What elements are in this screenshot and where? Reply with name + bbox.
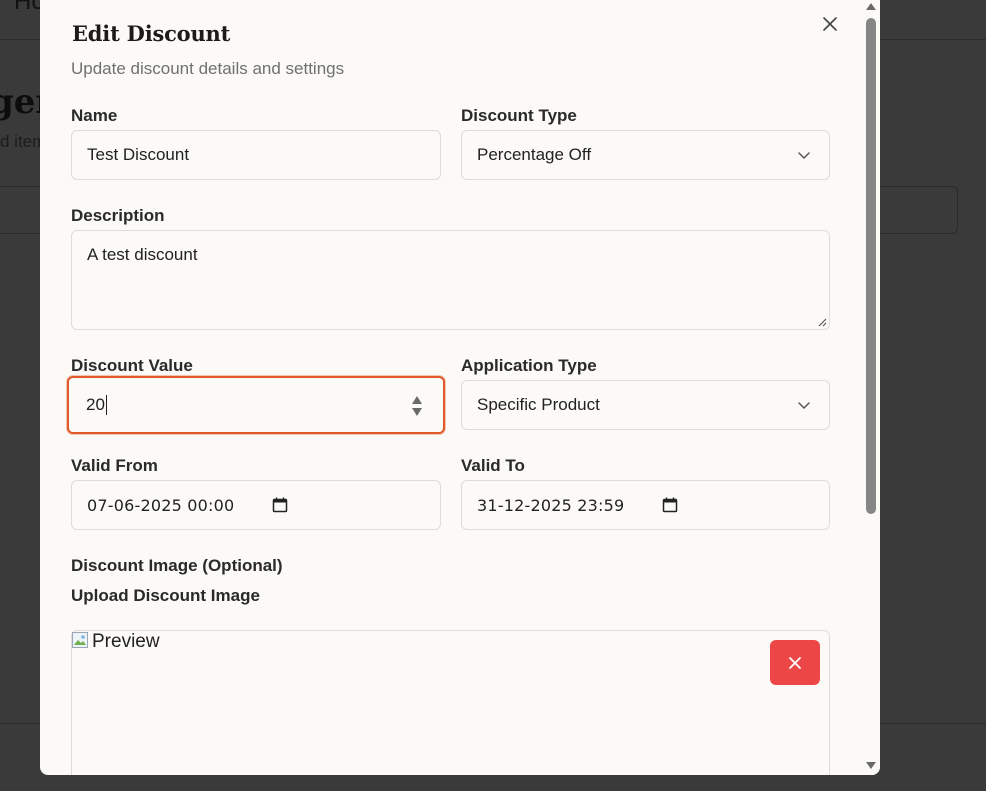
upload-image-label: Upload Discount Image <box>71 586 260 605</box>
close-button[interactable] <box>820 14 840 34</box>
dialog-content: Edit Discount Update discount details an… <box>40 0 862 775</box>
scroll-up-arrow-icon[interactable] <box>865 2 877 12</box>
discount-value-label: Discount Value <box>71 356 193 375</box>
valid-from-label: Valid From <box>71 456 158 475</box>
discount-image-label: Discount Image (Optional) <box>71 556 283 575</box>
name-label: Name <box>71 106 118 125</box>
calendar-icon[interactable] <box>272 497 288 513</box>
image-preview-container: Preview <box>71 630 830 775</box>
valid-to-value: 31-12-2025 23:59 <box>477 495 625 515</box>
description-textarea[interactable]: A test discount <box>71 230 830 330</box>
image-preview: Preview <box>72 631 160 653</box>
resize-handle-icon[interactable] <box>817 317 827 327</box>
application-type-label: Application Type <box>461 356 597 375</box>
application-type-value: Specific Product <box>477 395 600 414</box>
valid-from-input[interactable]: 07-06-2025 00:00 <box>71 480 441 530</box>
dialog-title: Edit Discount <box>72 21 231 46</box>
calendar-icon[interactable] <box>662 497 678 513</box>
valid-to-label: Valid To <box>461 456 525 475</box>
image-preview-alt: Preview <box>92 631 160 652</box>
valid-from-value: 07-06-2025 00:00 <box>87 495 235 515</box>
close-icon <box>823 17 837 31</box>
discount-value-value: 20 <box>86 395 105 414</box>
discount-type-select[interactable]: Percentage Off <box>461 130 830 180</box>
number-spinner-icon[interactable] <box>411 394 423 418</box>
name-value: Test Discount <box>87 145 190 164</box>
broken-image-icon <box>72 632 88 648</box>
scrollbar-thumb[interactable] <box>866 18 876 514</box>
scroll-down-arrow-icon[interactable] <box>865 760 877 770</box>
discount-type-value: Percentage Off <box>477 145 592 164</box>
close-icon <box>789 656 801 669</box>
description-value: A test discount <box>87 245 198 264</box>
name-input[interactable]: Test Discount <box>71 130 441 180</box>
dialog-scrollbar[interactable] <box>862 0 880 775</box>
edit-discount-dialog: Edit Discount Update discount details an… <box>40 0 880 775</box>
text-caret <box>105 395 107 415</box>
discount-type-label: Discount Type <box>461 106 577 125</box>
chevron-down-icon <box>798 152 810 159</box>
valid-to-input[interactable]: 31-12-2025 23:59 <box>461 480 830 530</box>
chevron-down-icon <box>798 402 810 409</box>
application-type-select[interactable]: Specific Product <box>461 380 830 430</box>
dialog-subtitle: Update discount details and settings <box>71 59 345 78</box>
description-label: Description <box>71 206 165 225</box>
remove-image-button[interactable] <box>770 640 820 685</box>
discount-value-input[interactable]: 20 <box>67 376 445 434</box>
